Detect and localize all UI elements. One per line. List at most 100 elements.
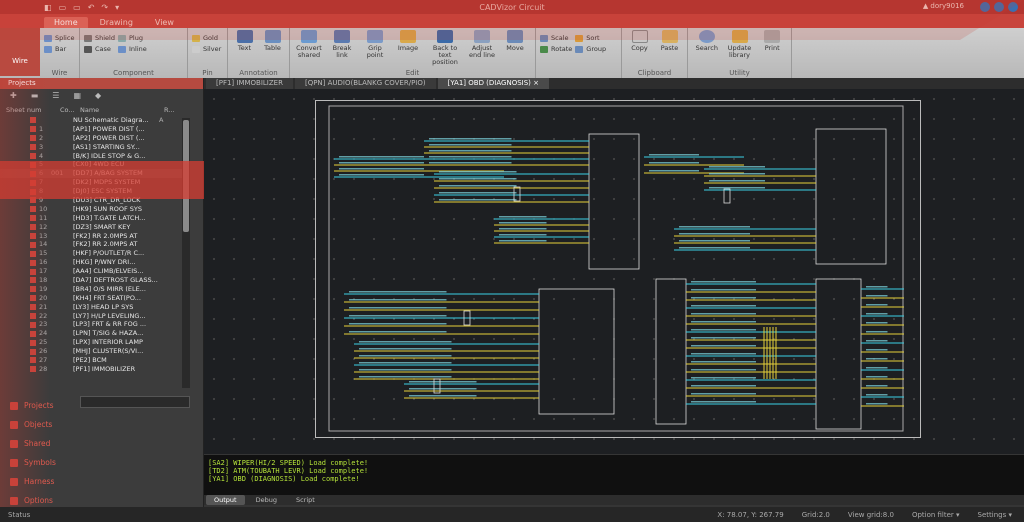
sheet-row[interactable]: 22 [LY7] H/LP LEVELING... (0, 312, 190, 321)
wire-label (709, 166, 765, 168)
nav-symbols[interactable]: Symbols (0, 453, 78, 472)
sheet-row[interactable]: 1 [AP1] POWER DIST (... (0, 125, 190, 134)
wire-label (439, 185, 517, 187)
sheet-name: [B/K] IDLE STOP & G... (73, 151, 146, 160)
sheet-icon (30, 286, 36, 293)
sheet-row[interactable]: 13 [FK2] RR 2.0MPS AT (0, 232, 190, 241)
close-icon[interactable] (1008, 2, 1018, 12)
tab-debug[interactable]: Debug (248, 495, 285, 505)
folder-icon[interactable]: ▬ (31, 91, 39, 100)
tab-view[interactable]: View (145, 17, 184, 28)
wire-label (691, 329, 756, 331)
rotate-button[interactable]: Rotate (540, 45, 572, 53)
group-button[interactable]: Group (575, 45, 606, 53)
group-icon (575, 45, 584, 53)
help-icon[interactable] (980, 2, 990, 12)
sheet-num: 28 (39, 364, 48, 373)
sheet-row[interactable]: 12 [DZ3] SMART KEY (0, 223, 190, 232)
adjust-end-line-icon (474, 30, 490, 43)
wire-label (691, 313, 756, 315)
sheet-row[interactable]: 21 [LY3] HEAD LP SYS (0, 303, 190, 312)
sheet-row[interactable]: 26 [MHJ] CLUSTER(S/VI... (0, 347, 190, 356)
project-search-input[interactable] (80, 396, 190, 408)
scale-button[interactable]: Scale (540, 34, 572, 42)
status-bar: Status X: 78.07, Y: 267.79 Grid:2.0 View… (0, 507, 1024, 522)
case-button[interactable]: Case (84, 45, 115, 53)
sheet-row[interactable]: 4 [B/K] IDLE STOP & G... (0, 152, 190, 161)
wire-button[interactable]: Wire (0, 28, 40, 76)
inline-button[interactable]: Inline (117, 45, 147, 53)
doc-tab[interactable]: [PF1] IMMOBILIZER (206, 78, 293, 89)
sheet-name: [LY3] HEAD LP SYS (73, 302, 134, 311)
wire-label (349, 291, 447, 293)
text-icon (236, 30, 253, 43)
shield-button[interactable]: Shield (84, 34, 115, 42)
sheet-row[interactable]: 28 [PF1] IMMOBILIZER (0, 365, 190, 374)
wire-label (866, 376, 888, 378)
bar-button[interactable]: Bar (44, 45, 74, 53)
column-header[interactable]: Co... (60, 106, 80, 116)
column-header[interactable]: Sheet num (0, 106, 60, 116)
sheet-row[interactable]: 24 [LPN] T/SIG & HAZA... (0, 329, 190, 338)
nav-objects[interactable]: Objects (0, 415, 78, 434)
schematic-drawing[interactable] (204, 89, 1024, 454)
wire-label (691, 281, 756, 283)
wire-label (429, 144, 512, 146)
tab-drawing[interactable]: Drawing (90, 17, 143, 28)
add-icon[interactable]: ✚ (10, 91, 17, 100)
harness-icon (10, 477, 18, 486)
sheet-row[interactable]: 2 [AP2] POWER DIST (... (0, 134, 190, 143)
sheet-row[interactable]: 3 [AS1] STARTING SY... (0, 143, 190, 152)
option-filter-dropdown[interactable]: Option filter ▾ (912, 511, 960, 519)
splice-button[interactable]: Splice (44, 34, 74, 42)
sheet-name: [DZ3] SMART KEY (73, 222, 131, 231)
filter-icon[interactable]: ◆ (95, 91, 101, 100)
sheet-row[interactable]: 18 [DA7] DEFTROST GLASS... (0, 276, 190, 285)
projects-icon (10, 401, 18, 410)
tab-script[interactable]: Script (288, 495, 323, 505)
sheet-row[interactable]: 14 [FK2] RR 2.0MPS AT (0, 240, 190, 249)
doc-tab-active[interactable]: [YA1] OBD (DIAGNOSIS) × (437, 78, 549, 89)
column-header[interactable]: R... (164, 106, 174, 116)
sheet-list: NU Schematic Diagra... A 1 [AP1] POWER DIST… (0, 116, 190, 374)
splice-icon (44, 34, 52, 42)
sheet-row[interactable]: 25 [LPX] INTERIOR LAMP (0, 338, 190, 347)
sheet-row[interactable]: NU Schematic Diagra... A (0, 116, 190, 125)
silver-button[interactable]: Silver (192, 45, 221, 53)
schematic-canvas[interactable] (204, 89, 1024, 454)
wire-label (429, 138, 512, 140)
minimize-icon[interactable] (994, 2, 1004, 12)
sheet-row[interactable]: 20 [KH4] FRT SEAT(PO... (0, 294, 190, 303)
sheet-row[interactable]: 11 [HD3] T.GATE LATCH... (0, 214, 190, 223)
sheet-row[interactable]: 19 [BR4] O/S MIRR (ELE... (0, 285, 190, 294)
sheet-row[interactable]: 15 [HKF] P/OUTLET/R C... (0, 249, 190, 258)
wire-label (866, 322, 888, 324)
sheet-row[interactable]: 10 [HK9] SUN ROOF SYS (0, 205, 190, 214)
doc-tab[interactable]: [QPN] AUDIO(BLANKG COVER/PIO) (294, 78, 436, 89)
ribbon-group-pin: Gold Silver Pin (188, 28, 228, 78)
list-icon[interactable]: ☰ (52, 91, 59, 100)
sheet-icon (30, 366, 36, 373)
nav-shared[interactable]: Shared (0, 434, 78, 453)
search-icon (698, 30, 715, 43)
sort-button[interactable]: Sort (575, 34, 606, 42)
column-header[interactable]: Name (80, 106, 164, 116)
sheet-row[interactable]: 27 [PE2] BCM (0, 356, 190, 365)
gold-button[interactable]: Gold (192, 34, 221, 42)
view-grid-size[interactable]: View grid:8.0 (848, 511, 894, 519)
sheet-name: [AA4] CLIMB/ELVEIS... (73, 267, 144, 276)
plug-button[interactable]: Plug (117, 34, 147, 42)
tab-output[interactable]: Output (206, 495, 245, 505)
user-account[interactable]: ▲ dory9016 (923, 2, 964, 10)
tab-home[interactable]: Home (44, 17, 88, 28)
sheet-row[interactable]: 16 [HKG] P/WNY DRI... (0, 258, 190, 267)
grid-icon[interactable]: ▦ (73, 91, 81, 100)
nav-harness[interactable]: Harness (0, 472, 78, 491)
settings-dropdown[interactable]: Settings ▾ (978, 511, 1012, 519)
sheet-list-scrollbar[interactable] (182, 118, 190, 388)
nav-projects[interactable]: Projects (0, 396, 78, 415)
paste-icon (661, 30, 678, 43)
sheet-row[interactable]: 23 [LP3] FRT & RR FOG ... (0, 320, 190, 329)
sheet-row[interactable]: 17 [AA4] CLIMB/ELVEIS... (0, 267, 190, 276)
grid-size[interactable]: Grid:2.0 (802, 511, 830, 519)
